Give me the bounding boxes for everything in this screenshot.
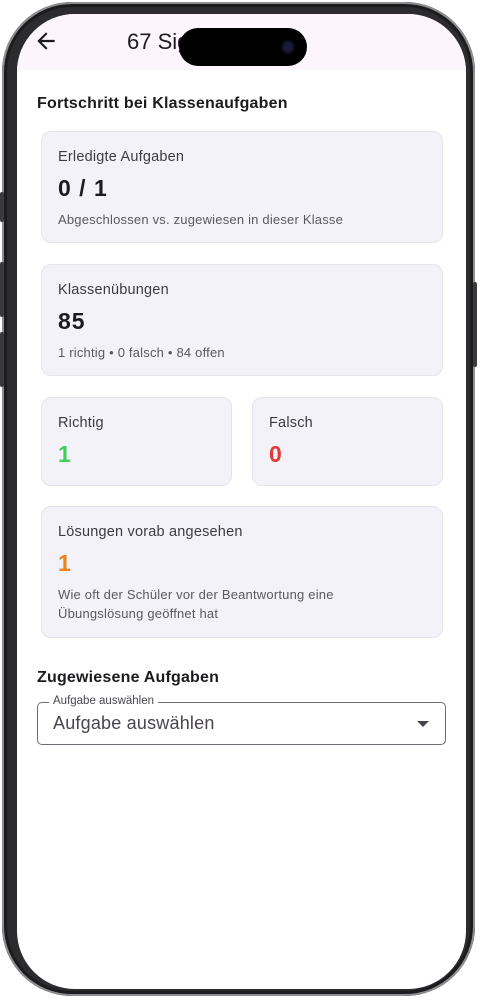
correct-value: 1 — [58, 441, 72, 467]
task-select-value[interactable]: Aufgabe auswählen — [53, 713, 215, 734]
solutions-viewed-value: 1 — [58, 550, 72, 576]
solutions-viewed-card: Lösungen vorab angesehen 1 Wie oft der S… — [41, 506, 443, 638]
front-camera — [283, 42, 293, 52]
completed-tasks-subtitle: Abgeschlossen vs. zugewiesen in dieser K… — [58, 212, 344, 227]
power-button — [473, 282, 477, 367]
wrong-value: 0 — [269, 441, 283, 467]
task-select-label: Aufgabe auswählen — [49, 695, 159, 707]
class-exercises-value: 85 — [58, 308, 86, 334]
completed-tasks-card: Erledigte Aufgaben 0 / 1 Abgeschlossen v… — [41, 131, 443, 243]
action-button — [0, 192, 4, 222]
class-exercises-label: Klassenübungen — [58, 282, 169, 298]
correct-card: Richtig 1 — [41, 397, 232, 486]
volume-down-button — [0, 332, 4, 387]
app-screen: 67 Sig Toilet Fortschritt bei Klassenauf… — [17, 14, 466, 989]
class-exercises-card: Klassenübungen 85 1 richtig • 0 falsch •… — [41, 264, 443, 376]
class-exercises-subtitle: 1 richtig • 0 falsch • 84 offen — [58, 345, 225, 360]
volume-up-button — [0, 262, 4, 317]
solutions-viewed-subtitle: Wie oft der Schüler vor der Beantwortung… — [58, 587, 334, 621]
wrong-card: Falsch 0 — [252, 397, 443, 486]
correct-label: Richtig — [58, 415, 104, 431]
completed-tasks-value: 0 / 1 — [58, 175, 108, 201]
assigned-section-title: Zugewiesene Aufgaben — [37, 669, 220, 686]
wrong-label: Falsch — [269, 415, 313, 431]
solutions-viewed-label: Lösungen vorab angesehen — [58, 524, 243, 540]
completed-tasks-label: Erledigte Aufgaben — [58, 149, 185, 165]
phone-frame: 67 Sig Toilet Fortschritt bei Klassenauf… — [0, 2, 477, 996]
arrow-back-icon[interactable] — [33, 28, 59, 54]
progress-section-title: Fortschritt bei Klassenaufgaben — [37, 95, 288, 112]
task-select-dropdown[interactable]: Aufgabe auswählen Aufgabe auswählen — [37, 695, 446, 745]
caret-down-icon[interactable] — [417, 721, 429, 727]
